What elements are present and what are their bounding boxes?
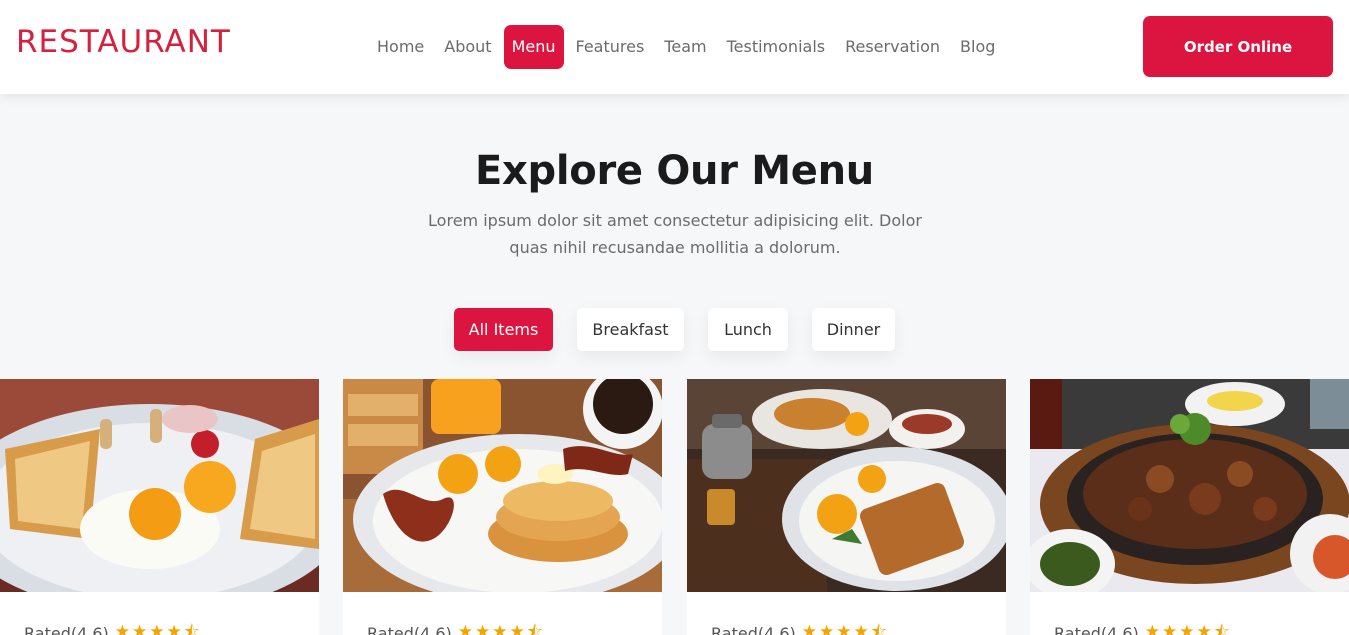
filter-breakfast[interactable]: Breakfast: [577, 308, 684, 351]
menu-filters: All Items Breakfast Lunch Dinner: [0, 308, 1349, 351]
rating-text: Rated(4.6): [367, 624, 452, 635]
order-online-button[interactable]: Order Online: [1143, 16, 1333, 77]
menu-card[interactable]: Rated(4.6) ★★★★⯪: [343, 379, 662, 635]
menu-card[interactable]: Rated(4.6) ★★★★⯪: [1030, 379, 1349, 635]
sizzling-beef-platter-photo: [1030, 379, 1349, 592]
menu-card[interactable]: Rated(4.6) ★★★★⯪: [0, 379, 319, 635]
nav-menu[interactable]: Menu: [503, 25, 564, 69]
logo[interactable]: RESTAURANT: [16, 24, 231, 60]
main-nav: Home About Menu Features Team Testimonia…: [367, 25, 1005, 69]
card-rating: Rated(4.6) ★★★★⯪: [1054, 619, 1232, 635]
nav-blog[interactable]: Blog: [950, 25, 1005, 69]
nav-features[interactable]: Features: [566, 25, 655, 69]
page-title: Explore Our Menu: [475, 148, 874, 194]
menu-card[interactable]: Rated(4.6) ★★★★⯪: [687, 379, 1006, 635]
rating-text: Rated(4.6): [711, 624, 796, 635]
star-rating-icon: ★★★★⯪: [1144, 622, 1232, 635]
star-rating-icon: ★★★★⯪: [457, 622, 545, 635]
filter-lunch[interactable]: Lunch: [708, 308, 788, 351]
star-rating-icon: ★★★★⯪: [801, 622, 889, 635]
breakfast-eggs-toast-photo: [0, 379, 319, 592]
filter-dinner[interactable]: Dinner: [812, 308, 895, 351]
site-header: RESTAURANT Home About Menu Features Team…: [0, 0, 1349, 94]
filter-all-items[interactable]: All Items: [454, 308, 553, 351]
page-subtitle: Lorem ipsum dolor sit amet consectetur a…: [428, 211, 922, 257]
card-rating: Rated(4.6) ★★★★⯪: [711, 619, 889, 635]
nav-testimonials[interactable]: Testimonials: [717, 25, 836, 69]
pancakes-bacon-eggs-photo: [343, 379, 662, 592]
star-rating-icon: ★★★★⯪: [114, 622, 202, 635]
nav-home[interactable]: Home: [367, 25, 434, 69]
nav-reservation[interactable]: Reservation: [835, 25, 950, 69]
card-rating: Rated(4.6) ★★★★⯪: [24, 619, 202, 635]
nav-team[interactable]: Team: [654, 25, 716, 69]
rating-text: Rated(4.6): [1054, 624, 1139, 635]
nav-about[interactable]: About: [434, 25, 501, 69]
waffles-eggs-tea-photo: [687, 379, 1006, 592]
card-rating: Rated(4.6) ★★★★⯪: [367, 619, 545, 635]
rating-text: Rated(4.6): [24, 624, 109, 635]
